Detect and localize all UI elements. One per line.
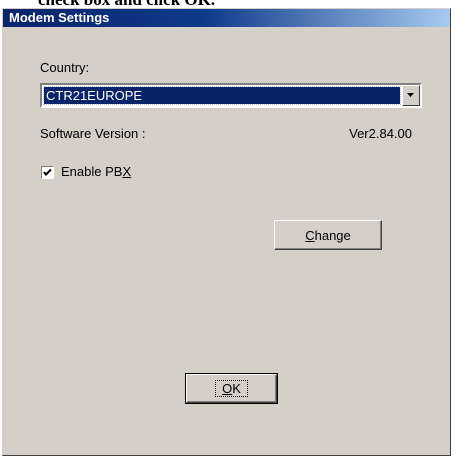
enable-pbx-label[interactable]: Enable PBX [61, 164, 131, 179]
software-version-label: Software Version : [40, 126, 146, 141]
software-version-value: Ver2.84.00 [349, 126, 412, 141]
caption-text-fragment: check box and click OK. [38, 0, 418, 8]
chevron-down-icon [407, 93, 414, 97]
checkmark-icon [43, 168, 52, 176]
enable-pbx-checkbox[interactable] [41, 166, 54, 179]
dialog-title: Modem Settings [3, 9, 450, 27]
country-select[interactable]: CTR21EUROPE [40, 83, 422, 108]
enable-pbx-label-text: Enable PB [61, 164, 123, 179]
country-select-value: CTR21EUROPE [43, 86, 401, 105]
dropdown-button[interactable] [402, 85, 420, 106]
country-label: Country: [40, 60, 90, 75]
ok-mnemonic: O [222, 381, 233, 396]
enable-pbx-mnemonic: X [122, 164, 132, 179]
modem-settings-dialog: Modem Settings Country: CTR21EUROPE Soft… [2, 8, 451, 456]
ok-button[interactable]: OK [185, 373, 278, 404]
change-button[interactable]: Change [274, 220, 382, 250]
change-button-label: Change [305, 227, 351, 243]
ok-button-label: OK [215, 380, 248, 397]
change-mnemonic: C [305, 227, 315, 243]
